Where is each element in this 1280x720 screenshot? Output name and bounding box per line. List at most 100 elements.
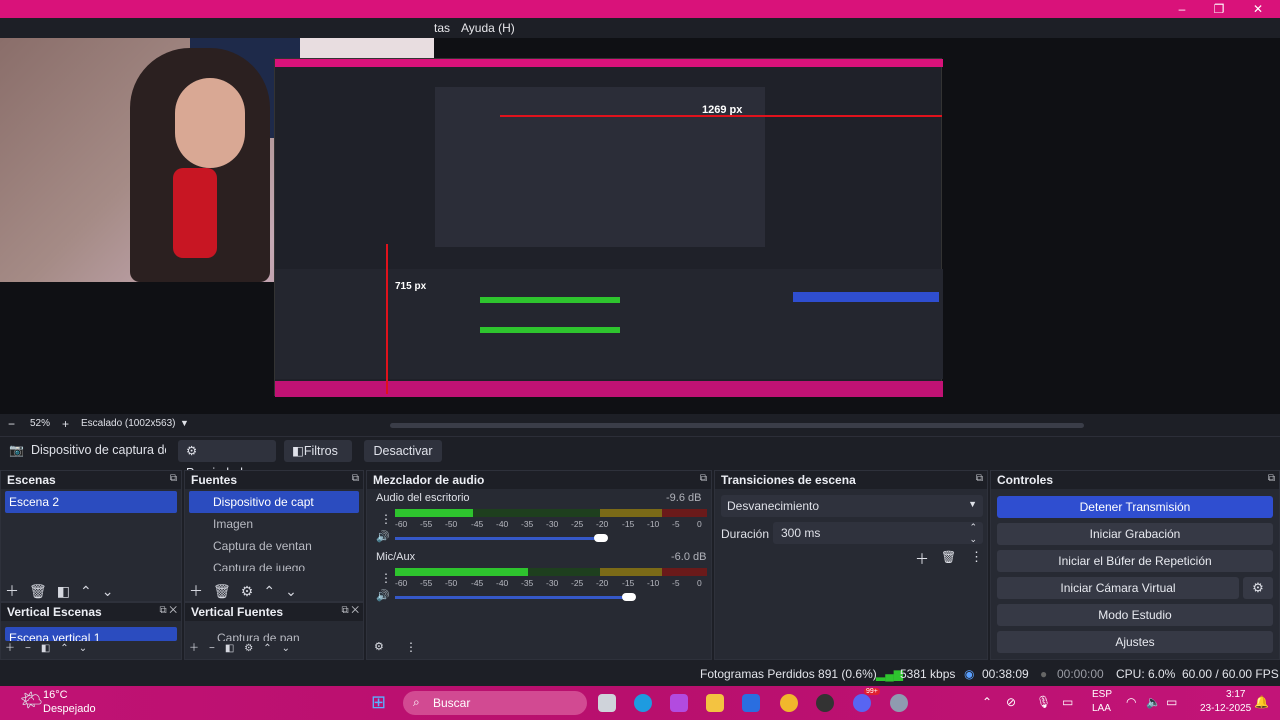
- stepper-icon[interactable]: ⌃ ⌄: [969, 521, 977, 545]
- start-replay-buffer-button[interactable]: Iniciar el Búfer de Repetición: [997, 550, 1273, 572]
- undock-icon[interactable]: ⧉: [352, 473, 359, 484]
- source-item-label: Imagen: [213, 517, 254, 531]
- trash-icon[interactable]: 🗑: [29, 583, 47, 599]
- volume-icon[interactable]: 🔈: [1146, 695, 1161, 709]
- nested-taskbar: [275, 381, 943, 397]
- remove-icon[interactable]: −: [209, 643, 215, 654]
- arrow-up-icon[interactable]: ⌃: [263, 643, 271, 654]
- notifications-icon[interactable]: 🔔: [1254, 695, 1269, 709]
- chevron-up-icon[interactable]: ⌃: [982, 695, 992, 709]
- scale-tick-label: 0: [697, 519, 702, 529]
- language-top[interactable]: ESP: [1092, 689, 1112, 700]
- minimize-button[interactable]: –: [1172, 1, 1192, 17]
- audio-meter: [395, 509, 707, 517]
- source-item[interactable]: Captura de juego: [189, 557, 359, 571]
- kebab-menu-icon[interactable]: ⋮: [970, 549, 983, 565]
- arrow-down-icon[interactable]: ⌄: [102, 583, 114, 599]
- controls-dock: Controles ⧉ Detener Transmisión Iniciar G…: [990, 470, 1280, 660]
- gear-icon[interactable]: ⚙: [374, 640, 384, 653]
- add-icon[interactable]: ＋: [189, 583, 203, 599]
- volume-slider[interactable]: [395, 596, 629, 599]
- arrow-down-icon[interactable]: ⌄: [79, 643, 87, 654]
- arrow-down-icon[interactable]: ⌄: [285, 583, 297, 599]
- edge-icon[interactable]: [634, 694, 652, 712]
- start-virtual-camera-button[interactable]: Iniciar Cámara Virtual: [997, 577, 1239, 599]
- battery-icon[interactable]: ▭: [1166, 695, 1177, 709]
- add-icon[interactable]: ＋: [189, 643, 199, 654]
- volume-knob[interactable]: [594, 534, 608, 542]
- clock-time[interactable]: 3:17: [1226, 689, 1245, 700]
- add-icon[interactable]: ＋: [5, 643, 15, 654]
- filter-icon[interactable]: ◧: [41, 643, 50, 654]
- store-icon[interactable]: [742, 694, 760, 712]
- gear-icon[interactable]: ⚙: [241, 583, 254, 599]
- arrow-down-icon[interactable]: ⌄: [282, 643, 290, 654]
- obs-icon[interactable]: [816, 694, 834, 712]
- filter-icon[interactable]: ◧: [225, 643, 234, 654]
- speaker-icon[interactable]: 🔊: [376, 589, 390, 602]
- horizontal-scrollbar[interactable]: [390, 423, 1084, 428]
- volume-slider[interactable]: [395, 537, 601, 540]
- undock-icon[interactable]: ⧉: [170, 473, 177, 484]
- transition-select[interactable]: Desvanecimiento ▼: [721, 495, 983, 517]
- speaker-icon[interactable]: 🔊: [376, 530, 390, 543]
- add-icon[interactable]: ＋: [915, 549, 929, 569]
- source-item[interactable]: Captura de ventan: [189, 535, 359, 557]
- wifi-icon[interactable]: ◠: [1126, 695, 1136, 709]
- weather-icon[interactable]: 🌤: [20, 690, 43, 711]
- language-bottom[interactable]: LAA: [1092, 703, 1111, 714]
- chrome-icon[interactable]: [780, 694, 798, 712]
- menu-item-help[interactable]: Ayuda (H): [461, 21, 515, 35]
- camera-icon: 📷: [9, 443, 24, 457]
- source-item[interactable]: Imagen: [189, 513, 359, 535]
- settings-button[interactable]: Ajustes: [997, 631, 1273, 653]
- deactivate-button[interactable]: Desactivar: [364, 440, 442, 462]
- undock-icon[interactable]: ⧉: [976, 473, 983, 484]
- file-explorer-icon[interactable]: [706, 694, 724, 712]
- menu-item-partial[interactable]: tas: [434, 21, 450, 35]
- discord-icon[interactable]: [853, 694, 871, 712]
- undock-icon[interactable]: ⧉: [1268, 473, 1275, 484]
- gear-icon[interactable]: ⚙: [244, 643, 253, 654]
- maximize-button[interactable]: ❐: [1209, 1, 1229, 17]
- arrow-up-icon[interactable]: ⌃: [60, 643, 68, 654]
- source-item[interactable]: Dispositivo de capt: [189, 491, 359, 513]
- trash-icon[interactable]: 🗑: [941, 550, 956, 564]
- clock-date[interactable]: 23-12-2025: [1200, 703, 1251, 714]
- filters-button[interactable]: ◧Filtros: [284, 440, 352, 462]
- notification-badge: 99+: [864, 688, 880, 695]
- network-off-icon[interactable]: ⊘: [1006, 695, 1016, 709]
- gear-icon[interactable]: ⚙: [1243, 577, 1273, 599]
- filter-icon[interactable]: ◧: [57, 583, 70, 599]
- close-button[interactable]: ✕: [1248, 1, 1268, 17]
- windows-start-icon[interactable]: ⊞: [371, 692, 386, 713]
- start-recording-button[interactable]: Iniciar Grabación: [997, 523, 1273, 545]
- kebab-menu-icon[interactable]: ⋮: [380, 571, 392, 585]
- settings-icon[interactable]: [890, 694, 908, 712]
- kebab-menu-icon[interactable]: ⋮: [380, 512, 392, 526]
- preview-canvas[interactable]: 1269 px 715 px: [0, 38, 1280, 414]
- zoom-out-button[interactable]: −: [8, 417, 15, 431]
- arrow-up-icon[interactable]: ⌃: [80, 583, 92, 599]
- zoom-in-button[interactable]: +: [62, 417, 69, 431]
- volume-knob[interactable]: [622, 593, 636, 601]
- search-box[interactable]: ⌕ Buscar: [403, 691, 587, 715]
- studio-mode-button[interactable]: Modo Estudio: [997, 604, 1273, 626]
- copilot-icon[interactable]: [670, 694, 688, 712]
- task-view-icon[interactable]: [598, 694, 616, 712]
- undock-icon[interactable]: ⧉: [700, 473, 707, 484]
- chevron-down-icon[interactable]: ▼: [180, 418, 189, 428]
- stop-streaming-button[interactable]: Detener Transmisión: [997, 496, 1273, 518]
- duration-input[interactable]: 300 ms ⌃ ⌄: [773, 522, 983, 544]
- kebab-menu-icon[interactable]: ⋮: [405, 640, 417, 654]
- close-icon[interactable]: ⧉ ✕: [159, 605, 177, 616]
- trash-icon[interactable]: 🗑: [213, 583, 231, 599]
- close-icon[interactable]: ⧉ ✕: [341, 605, 359, 616]
- add-icon[interactable]: ＋: [5, 583, 19, 599]
- remove-icon[interactable]: −: [25, 643, 31, 654]
- scene-item[interactable]: Escena 2: [5, 491, 177, 513]
- meet-icon[interactable]: ▭: [1062, 695, 1073, 709]
- arrow-up-icon[interactable]: ⌃: [263, 583, 275, 599]
- microphone-icon[interactable]: 🎙: [1036, 695, 1051, 709]
- properties-button[interactable]: ⚙ Propiedades: [178, 440, 276, 480]
